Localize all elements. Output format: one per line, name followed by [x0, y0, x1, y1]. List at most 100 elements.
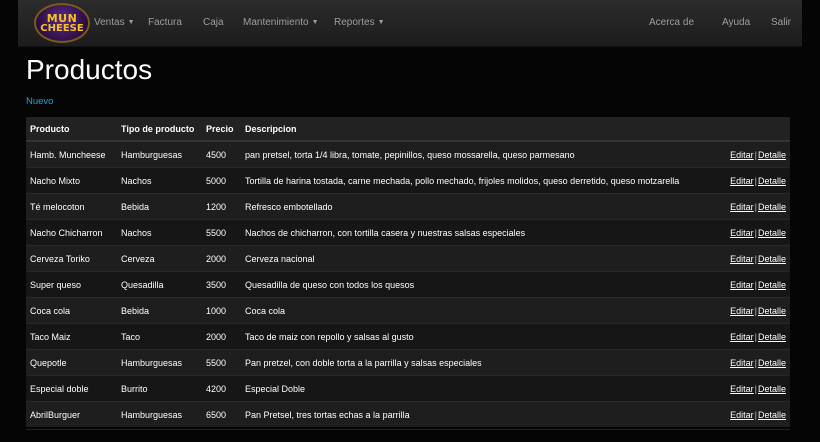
nav-ayuda[interactable]: Ayuda — [722, 0, 750, 46]
edit-link[interactable]: Editar — [730, 410, 754, 420]
detail-link[interactable]: Detalle — [758, 332, 786, 342]
nav-reportes[interactable]: Reportes ▼ — [334, 0, 385, 46]
detail-link[interactable]: Detalle — [758, 384, 786, 394]
caret-down-icon: ▼ — [311, 19, 319, 26]
cell-actions: Editar|Detalle — [719, 245, 790, 272]
cell-descripcion: Quesadilla de queso con todos los quesos — [241, 271, 719, 298]
cell-actions: Editar|Detalle — [719, 375, 790, 402]
app-frame: MUN CHEESE Ventas ▼ Factura Caja Mantenim… — [0, 0, 820, 442]
cell-tipo: Hamburguesas — [117, 140, 202, 168]
cell-descripcion: Cerveza nacional — [241, 245, 719, 272]
cell-descripcion: Nachos de chicharron, con tortilla caser… — [241, 219, 719, 246]
cell-descripcion: Refresco embotellado — [241, 193, 719, 220]
nav-mantenimiento-label: Mantenimiento — [243, 17, 309, 28]
action-separator: | — [754, 201, 757, 212]
nav-factura[interactable]: Factura — [148, 0, 182, 46]
cell-producto: Quepotle — [26, 349, 117, 376]
action-separator: | — [754, 305, 757, 316]
detail-link[interactable]: Detalle — [758, 254, 786, 264]
cell-precio: 4500 — [202, 140, 241, 168]
nav-mantenimiento[interactable]: Mantenimiento ▼ — [243, 0, 319, 46]
cell-producto: Especial doble — [26, 375, 117, 402]
cell-producto: AbrilBurguer — [26, 401, 117, 427]
caret-down-icon: ▼ — [377, 19, 385, 26]
edit-link[interactable]: Editar — [730, 254, 754, 264]
action-separator: | — [754, 149, 757, 160]
cell-tipo: Taco — [117, 323, 202, 350]
table-row: Taco Maiz Taco 2000 Taco de maiz con repoll… — [26, 323, 790, 350]
cell-producto: Cerveza Toriko — [26, 245, 117, 272]
detail-link[interactable]: Detalle — [758, 306, 786, 316]
nav-salir-label: Salir — [771, 17, 792, 28]
new-product-link[interactable]: Nuevo — [26, 96, 53, 107]
table-header-row: Producto Tipo de producto Precio Descrip… — [26, 117, 790, 142]
brand-logo-line1: MUN — [46, 11, 78, 25]
edit-link[interactable]: Editar — [730, 150, 754, 160]
edit-link[interactable]: Editar — [730, 384, 754, 394]
nav-salir[interactable]: Salir — [771, 0, 791, 46]
cell-producto: Super queso — [26, 271, 117, 298]
detail-link[interactable]: Detalle — [758, 358, 786, 368]
header-precio: Precio — [202, 117, 241, 142]
cell-precio: 5500 — [202, 349, 241, 376]
cell-actions: Editar|Detalle — [719, 297, 790, 324]
detail-link[interactable]: Detalle — [758, 280, 786, 290]
cell-tipo: Bebida — [117, 193, 202, 220]
nav-caja-label: Caja — [203, 17, 224, 28]
cell-precio: 1200 — [202, 193, 241, 220]
edit-link[interactable]: Editar — [730, 358, 754, 368]
nav-ventas[interactable]: Ventas ▼ — [94, 0, 135, 46]
cell-precio: 5000 — [202, 167, 241, 194]
cell-producto: Coca cola — [26, 297, 117, 324]
cell-precio: 4200 — [202, 375, 241, 402]
caret-down-icon: ▼ — [127, 19, 135, 26]
nav-caja[interactable]: Caja — [203, 0, 224, 46]
cell-descripcion: Coca cola — [241, 297, 719, 324]
edit-link[interactable]: Editar — [730, 306, 754, 316]
table-row: Quepotle Hamburguesas 5500 Pan pretzel, con… — [26, 349, 790, 376]
nav-reportes-label: Reportes — [334, 17, 375, 28]
detail-link[interactable]: Detalle — [758, 228, 786, 238]
cell-precio: 2000 — [202, 245, 241, 272]
action-separator: | — [754, 227, 757, 238]
edit-link[interactable]: Editar — [730, 176, 754, 186]
nav-ayuda-label: Ayuda — [722, 17, 751, 28]
edit-link[interactable]: Editar — [730, 280, 754, 290]
detail-link[interactable]: Detalle — [758, 150, 786, 160]
cell-producto: Nacho Mixto — [26, 167, 117, 194]
cell-actions: Editar|Detalle — [719, 219, 790, 246]
cell-precio: 2000 — [202, 323, 241, 350]
cell-descripcion: Pan pretzel, con doble torta a la parril… — [241, 349, 719, 376]
cell-precio: 5500 — [202, 219, 241, 246]
cell-actions: Editar|Detalle — [719, 167, 790, 194]
cell-precio: 6500 — [202, 401, 241, 427]
brand-logo[interactable]: MUN CHEESE — [34, 3, 90, 43]
cell-actions: Editar|Detalle — [719, 193, 790, 220]
edit-link[interactable]: Editar — [730, 332, 754, 342]
cell-actions: Editar|Detalle — [719, 140, 790, 168]
detail-link[interactable]: Detalle — [758, 202, 786, 212]
cell-precio: 1000 — [202, 297, 241, 324]
nav-ventas-label: Ventas — [94, 17, 125, 28]
detail-link[interactable]: Detalle — [758, 410, 786, 420]
cell-actions: Editar|Detalle — [719, 349, 790, 376]
cell-tipo: Hamburguesas — [117, 349, 202, 376]
cell-actions: Editar|Detalle — [719, 323, 790, 350]
header-actions — [719, 117, 790, 142]
action-separator: | — [754, 357, 757, 368]
edit-link[interactable]: Editar — [730, 202, 754, 212]
cell-producto: Hamb. Muncheese — [26, 140, 117, 168]
table-row: Super queso Quesadilla 3500 Quesadilla de q… — [26, 271, 790, 298]
edit-link[interactable]: Editar — [730, 228, 754, 238]
action-separator: | — [754, 279, 757, 290]
nav-acerca-de[interactable]: Acerca de — [649, 0, 694, 46]
cell-producto: Nacho Chicharron — [26, 219, 117, 246]
cell-tipo: Bebida — [117, 297, 202, 324]
cell-producto: Taco Maiz — [26, 323, 117, 350]
cell-actions: Editar|Detalle — [719, 401, 790, 427]
detail-link[interactable]: Detalle — [758, 176, 786, 186]
cell-tipo: Burrito — [117, 375, 202, 402]
header-tipo: Tipo de producto — [117, 117, 202, 142]
cell-actions: Editar|Detalle — [719, 271, 790, 298]
cell-tipo: Nachos — [117, 167, 202, 194]
